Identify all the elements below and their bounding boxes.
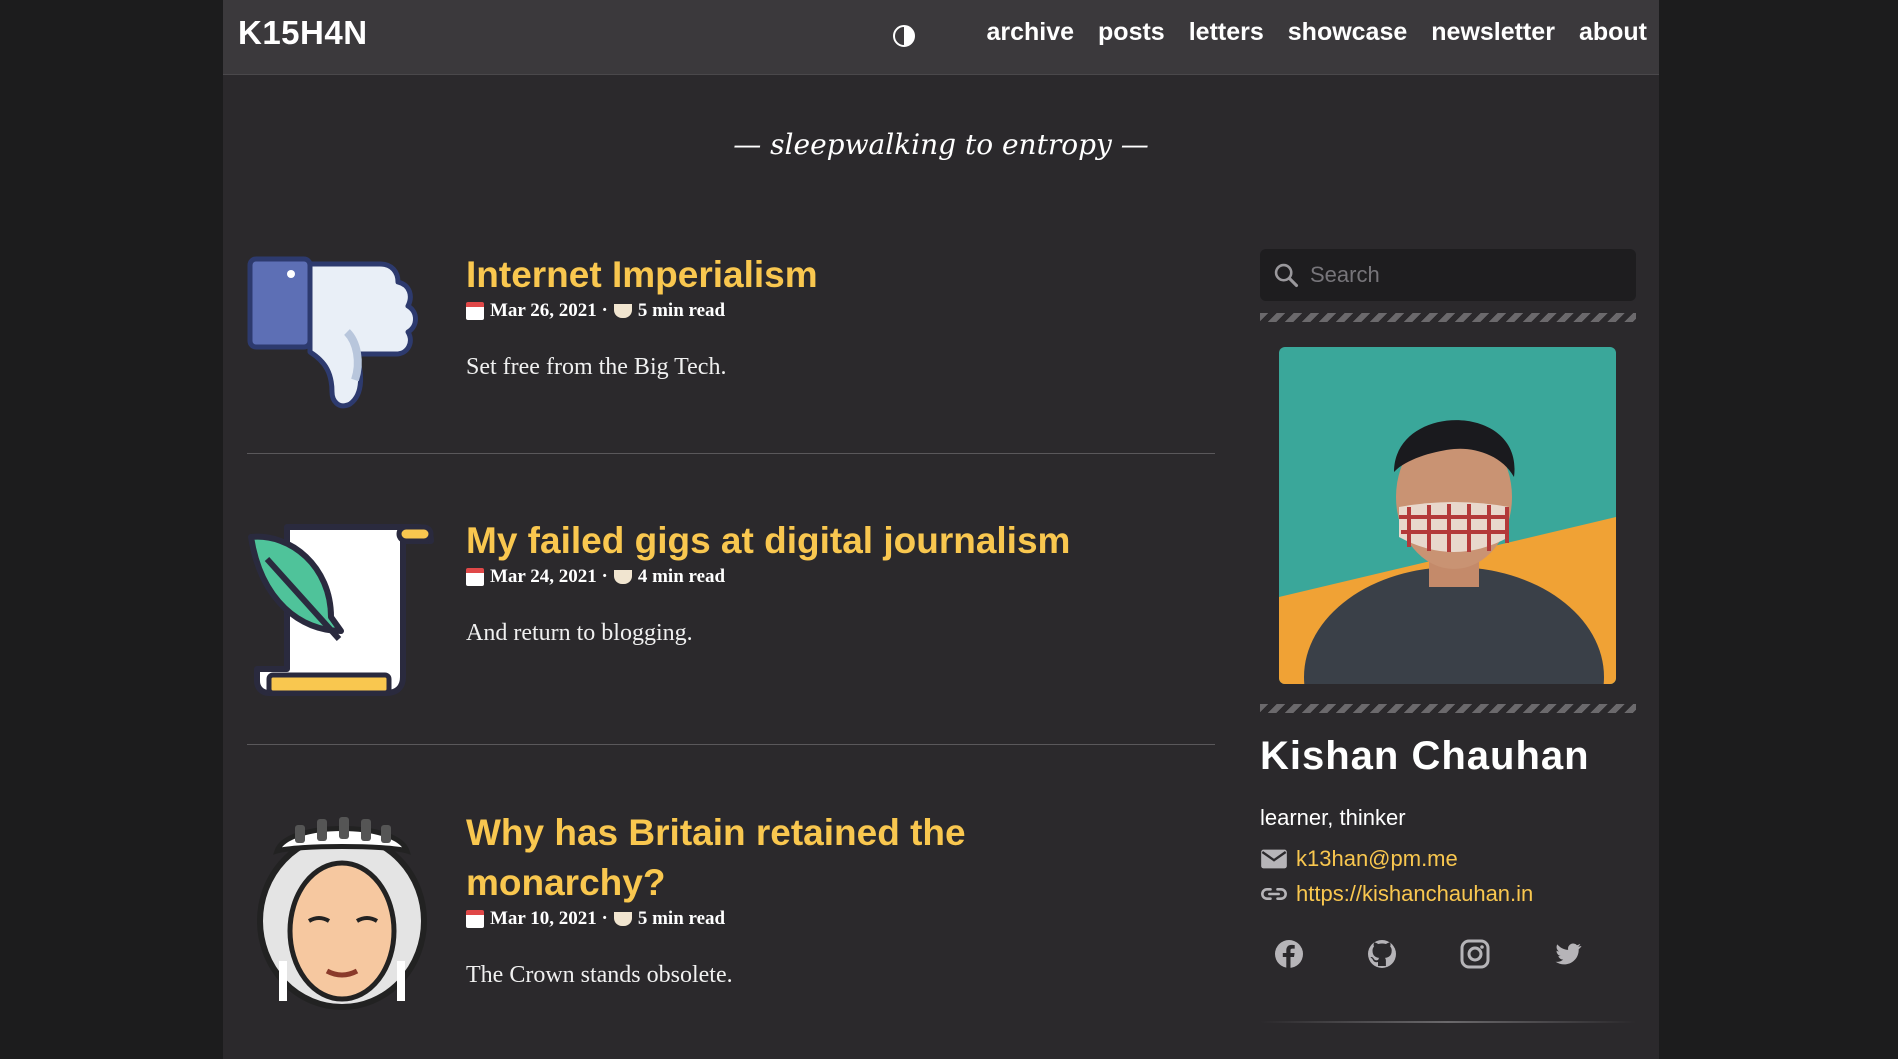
profile-avatar <box>1279 347 1616 684</box>
main-nav: archive posts letters showcase newslette… <box>986 18 1647 47</box>
top-navbar: K15H4N archive posts letters showcase ne… <box>223 0 1659 75</box>
nav-newsletter[interactable]: newsletter <box>1431 18 1555 47</box>
post-divider <box>247 744 1215 745</box>
website-link[interactable]: https://kishanchauhan.in <box>1296 881 1533 907</box>
twitter-icon[interactable] <box>1553 939 1583 969</box>
post-date: Mar 26, 2021 · <box>490 300 608 321</box>
nav-showcase[interactable]: showcase <box>1288 18 1408 47</box>
calendar-icon <box>466 910 484 928</box>
mail-icon <box>1261 849 1287 869</box>
post-read-time: 4 min read <box>637 566 726 587</box>
sidebar-divider <box>1260 1021 1636 1023</box>
site-tagline: — sleepwalking to entropy — <box>733 128 1149 161</box>
stripe-divider <box>1260 313 1636 322</box>
email-contact[interactable]: k13han@pm.me <box>1260 846 1458 872</box>
post-meta: Mar 10, 2021 · 5 min read <box>466 908 725 930</box>
search-box[interactable] <box>1260 249 1636 301</box>
nav-about[interactable]: about <box>1579 18 1647 47</box>
post-title[interactable]: Why has Britain retained the monarchy? <box>466 808 1026 908</box>
facebook-icon[interactable] <box>1274 939 1304 969</box>
post-summary: The Crown stands obsolete. <box>466 962 733 988</box>
post-date: Mar 10, 2021 · <box>490 908 608 929</box>
search-icon <box>1274 263 1299 288</box>
post-title[interactable]: My failed gigs at digital journalism <box>466 516 1166 566</box>
instagram-icon[interactable] <box>1460 939 1490 969</box>
post-summary: Set free from the Big Tech. <box>466 354 727 380</box>
nav-posts[interactable]: posts <box>1098 18 1165 47</box>
coffee-cup-icon <box>613 570 632 584</box>
queen-icon[interactable] <box>247 811 437 1016</box>
post-item: My failed gigs at digital journalism Mar… <box>247 516 1215 706</box>
post-summary: And return to blogging. <box>466 620 693 646</box>
post-meta: Mar 26, 2021 · 5 min read <box>466 300 725 322</box>
website-contact[interactable]: https://kishanchauhan.in <box>1260 881 1533 907</box>
site-logo[interactable]: K15H4N <box>238 14 368 52</box>
post-title[interactable]: Internet Imperialism <box>466 250 1166 300</box>
calendar-icon <box>466 568 484 586</box>
theme-toggle-icon[interactable] <box>893 25 915 47</box>
quill-scroll-icon[interactable] <box>247 519 437 699</box>
post-date: Mar 24, 2021 · <box>490 566 608 587</box>
page: K15H4N archive posts letters showcase ne… <box>223 0 1659 1059</box>
profile-bio: learner, thinker <box>1260 805 1406 830</box>
email-link[interactable]: k13han@pm.me <box>1296 846 1458 872</box>
post-read-time: 5 min read <box>637 908 726 929</box>
calendar-icon <box>466 302 484 320</box>
coffee-cup-icon <box>613 304 632 318</box>
post-read-time: 5 min read <box>637 300 726 321</box>
github-icon[interactable] <box>1367 939 1397 969</box>
social-links <box>1274 939 1583 969</box>
post-divider <box>247 453 1215 454</box>
stripe-divider <box>1260 704 1636 713</box>
link-icon <box>1261 888 1287 900</box>
search-input[interactable] <box>1308 261 1612 289</box>
thumbs-down-icon[interactable] <box>247 252 437 422</box>
profile-name: Kishan Chauhan <box>1260 734 1590 778</box>
post-meta: Mar 24, 2021 · 4 min read <box>466 566 725 588</box>
post-item: Internet Imperialism Mar 26, 2021 · 5 mi… <box>247 250 1215 420</box>
post-item: Why has Britain retained the monarchy? M… <box>247 808 1215 1023</box>
nav-archive[interactable]: archive <box>986 18 1074 47</box>
coffee-cup-icon <box>613 912 632 926</box>
nav-letters[interactable]: letters <box>1189 18 1264 47</box>
